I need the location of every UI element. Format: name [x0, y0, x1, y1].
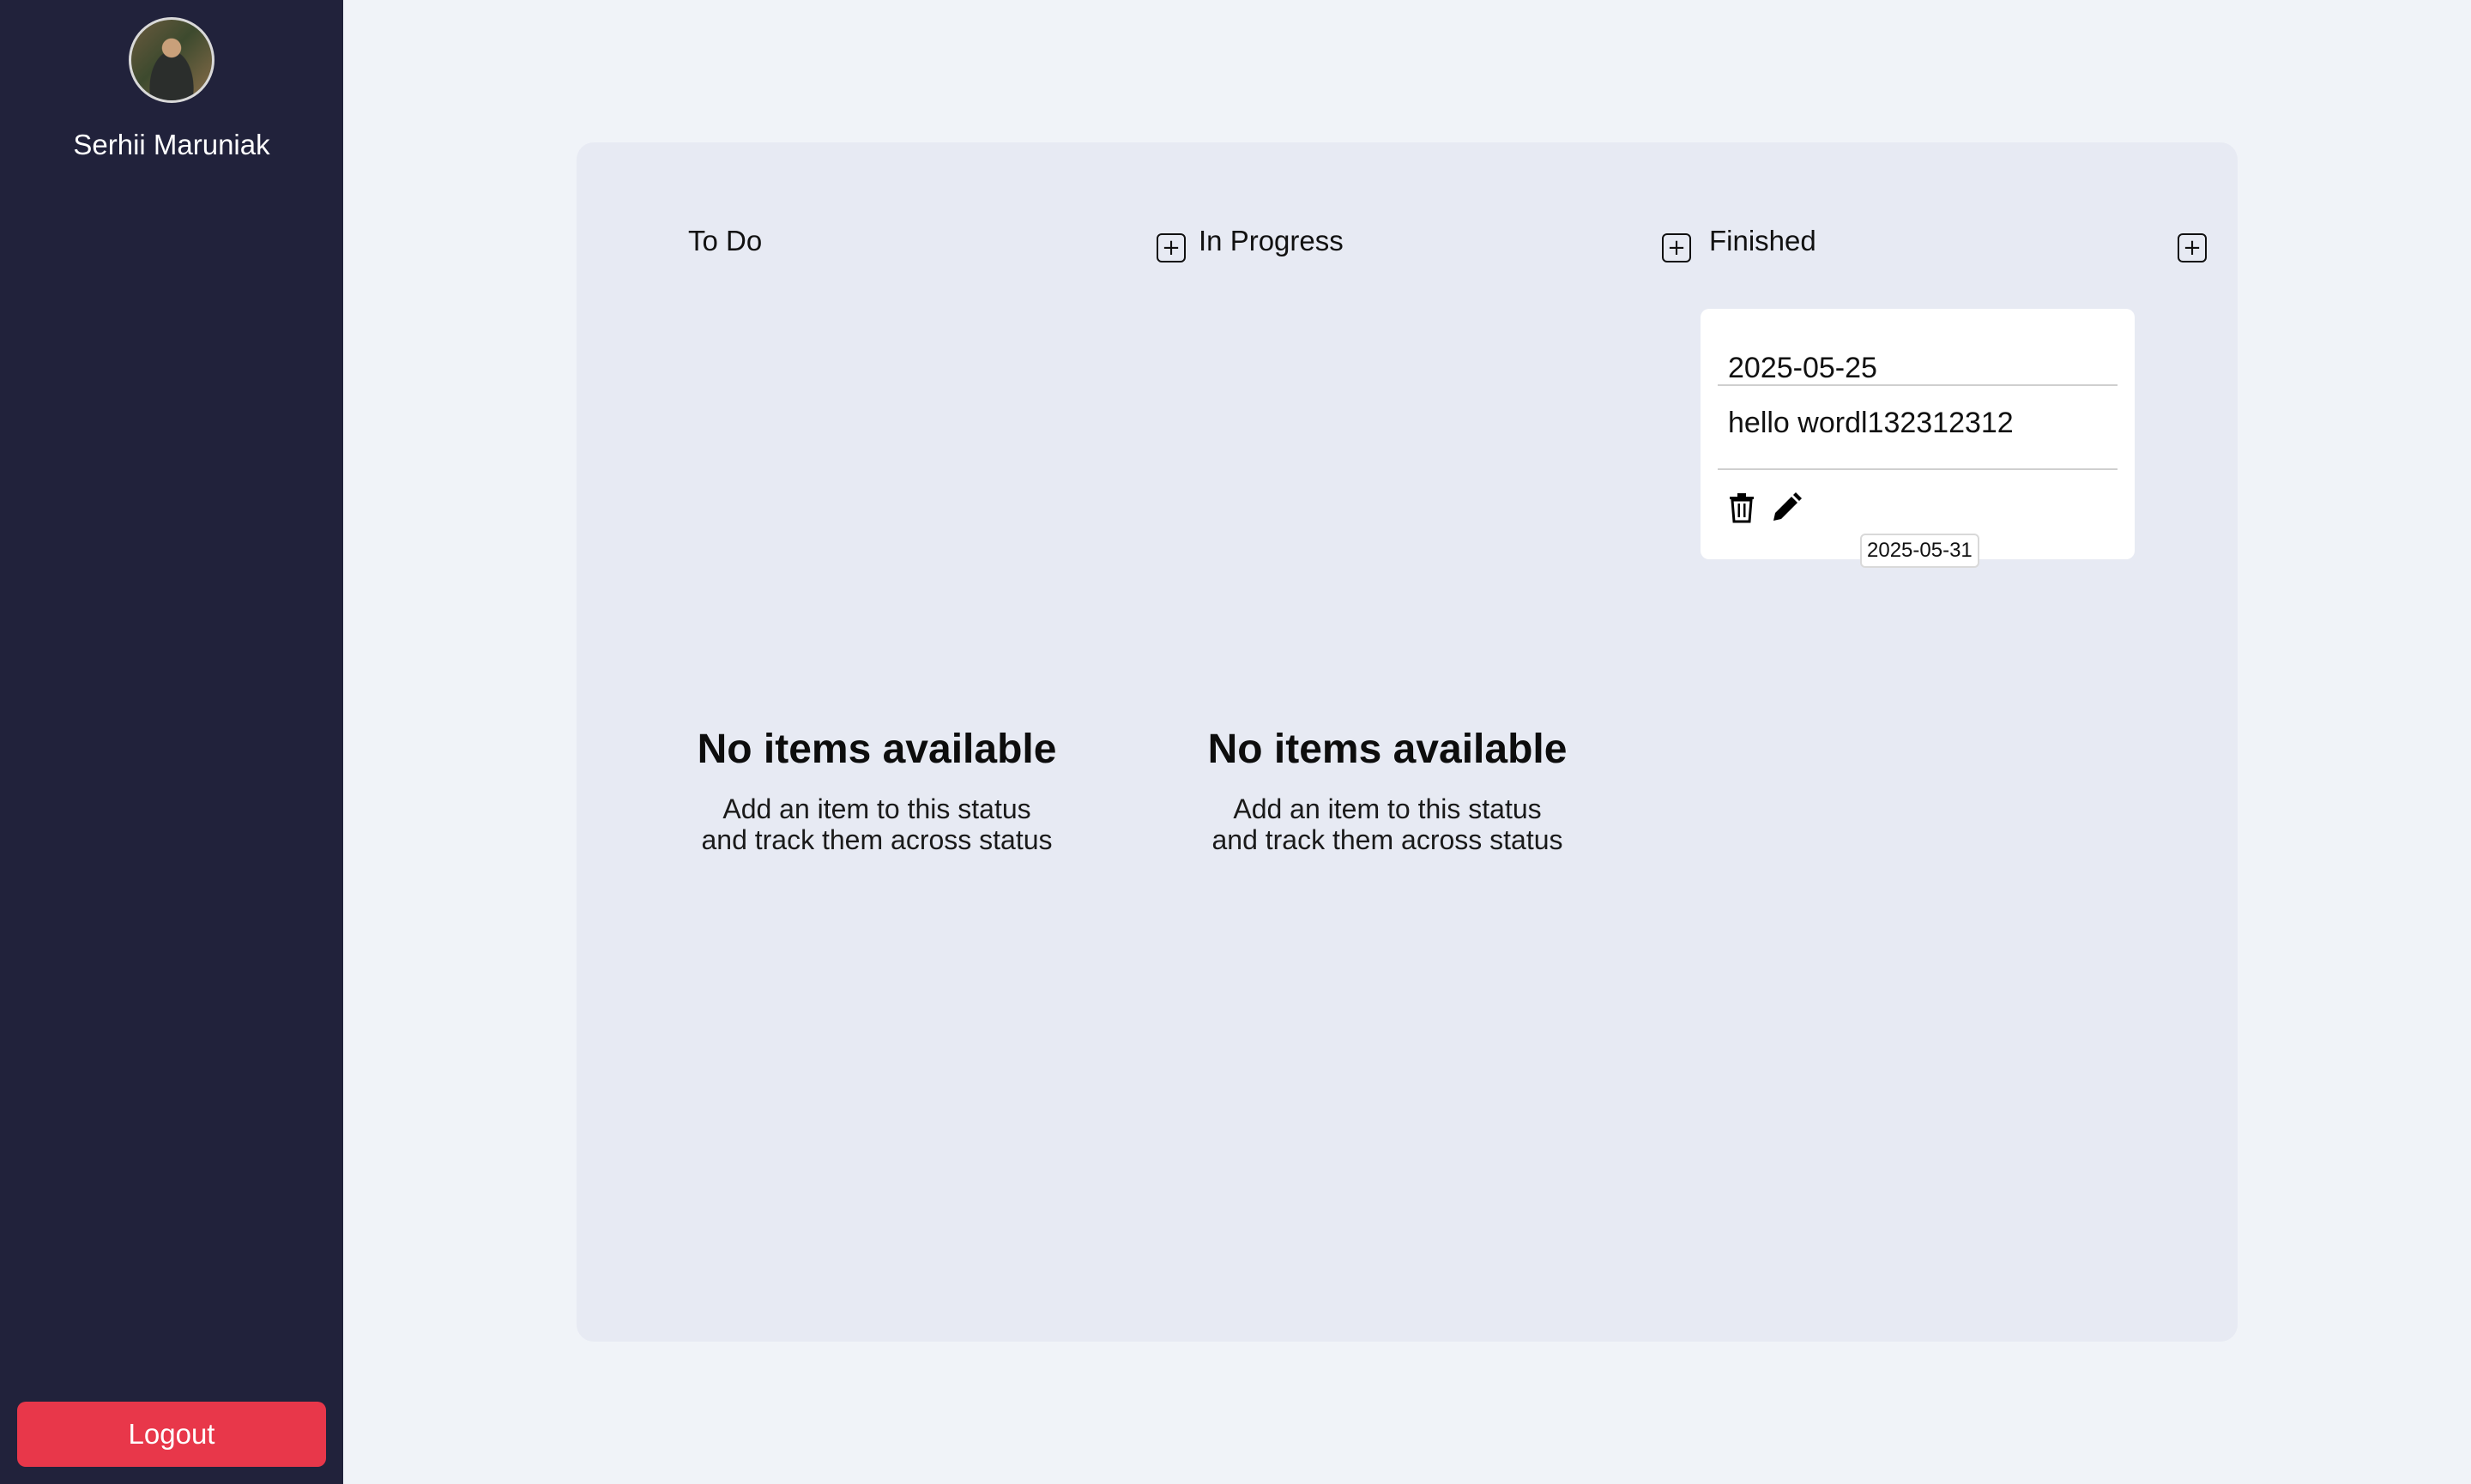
column-title-in-progress: In Progress — [1199, 225, 1344, 256]
user-name: Serhii Maruniak — [73, 129, 270, 160]
edit-button[interactable] — [1769, 491, 1803, 525]
plus-icon: + — [2183, 235, 2202, 261]
empty-state-todo: No items available Add an item to this s… — [662, 726, 1091, 855]
add-item-button-finished[interactable]: + — [2178, 233, 2207, 262]
empty-state-in-progress: No items available Add an item to this s… — [1173, 726, 1602, 855]
avatar — [129, 17, 214, 103]
delete-button[interactable] — [1725, 491, 1759, 525]
kanban-board: To Do + No items available Add an item t… — [577, 142, 2238, 1342]
empty-state-title: No items available — [697, 727, 1057, 772]
empty-state-title: No items available — [1207, 727, 1568, 772]
pencil-icon — [1773, 492, 1802, 521]
trash-icon — [1730, 493, 1754, 523]
task-card[interactable]: 2025-05-25 hello wordl132312312 — [1701, 309, 2135, 559]
column-title-finished: Finished — [1709, 225, 1816, 256]
column-title-todo: To Do — [688, 225, 763, 256]
column-in-progress: In Progress + No items available Add an … — [1173, 142, 1691, 1342]
task-card-date: 2025-05-25 — [1718, 326, 2118, 386]
column-todo: To Do + No items available Add an item t… — [662, 142, 1186, 1342]
due-date-badge: 2025-05-31 — [1860, 534, 1979, 568]
empty-state-description: Add an item to this status and track the… — [701, 793, 1053, 855]
sidebar: Serhii Maruniak Logout — [0, 0, 343, 1484]
app-root: Serhii Maruniak Logout To Do + No items … — [0, 0, 2471, 1484]
logout-button[interactable]: Logout — [17, 1402, 326, 1467]
task-card-text: hello wordl132312312 — [1718, 386, 2118, 470]
empty-state-description: Add an item to this status and track the… — [1211, 793, 1563, 855]
